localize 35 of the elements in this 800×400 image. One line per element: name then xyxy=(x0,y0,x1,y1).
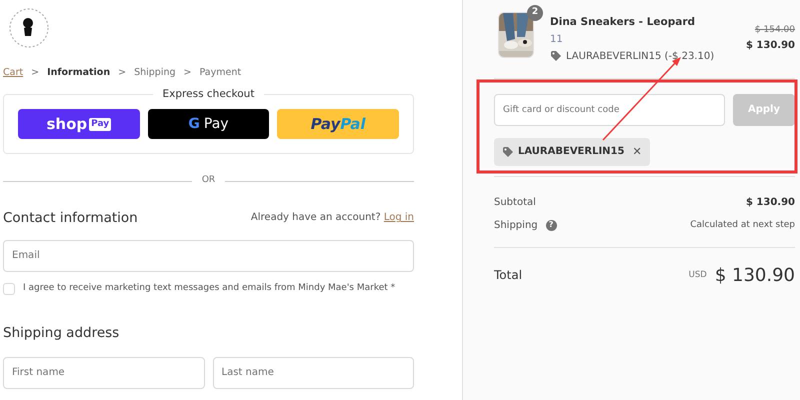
section-heading: Contact information xyxy=(3,210,138,226)
breadcrumb-step: Shipping xyxy=(134,66,176,80)
login-link[interactable]: Log in xyxy=(384,212,414,224)
shop-pay-button[interactable]: shop Pay xyxy=(18,109,140,140)
divider-text: OR xyxy=(202,174,216,188)
input-field[interactable]: First name xyxy=(3,356,204,389)
quantity-badge: 2 xyxy=(527,5,543,21)
account-prompt: Already have an account? Log in xyxy=(250,211,414,226)
section-heading: Shipping address xyxy=(3,325,120,342)
product-variant: 11 xyxy=(550,32,564,47)
breadcrumb-step: Information xyxy=(47,66,110,80)
paypal-button[interactable]: PayPal xyxy=(277,109,400,140)
google-pay-button[interactable]: G Pay xyxy=(148,109,270,140)
currency-label: USD xyxy=(688,268,707,282)
shipping-label: Shipping xyxy=(494,218,538,233)
separator-icon: > xyxy=(184,66,192,80)
discount-label: LAURABEVERLIN15 (-$ 23.10) xyxy=(566,50,714,64)
product-name: Dina Sneakers - Leopard xyxy=(550,15,696,30)
price: $ 130.90 xyxy=(746,38,795,52)
separator-icon: > xyxy=(31,66,40,80)
total-value: $ 130.90 xyxy=(714,264,795,288)
subtotal-label: Subtotal xyxy=(494,196,536,210)
help-icon: ? xyxy=(546,220,557,231)
breadcrumb-link[interactable]: Cart xyxy=(3,66,24,80)
email-field[interactable]: Email xyxy=(3,240,414,272)
subtotal-value: $ 130.90 xyxy=(746,196,795,210)
discount-code: LAURABEVERLIN15 xyxy=(518,145,624,160)
input-field[interactable]: Last name xyxy=(212,356,414,389)
marketing-consent-label: I agree to receive marketing text messages and emails from Mindy Mae's Market * xyxy=(23,282,396,295)
total-label: Total xyxy=(494,267,522,284)
separator-icon: > xyxy=(118,66,126,80)
shipping-value: Calculated at next step xyxy=(690,218,795,232)
breadcrumb-step: Payment xyxy=(200,66,242,80)
original-price: $ 154.00 xyxy=(754,24,795,37)
remove-button[interactable]: ✕ xyxy=(632,144,642,160)
